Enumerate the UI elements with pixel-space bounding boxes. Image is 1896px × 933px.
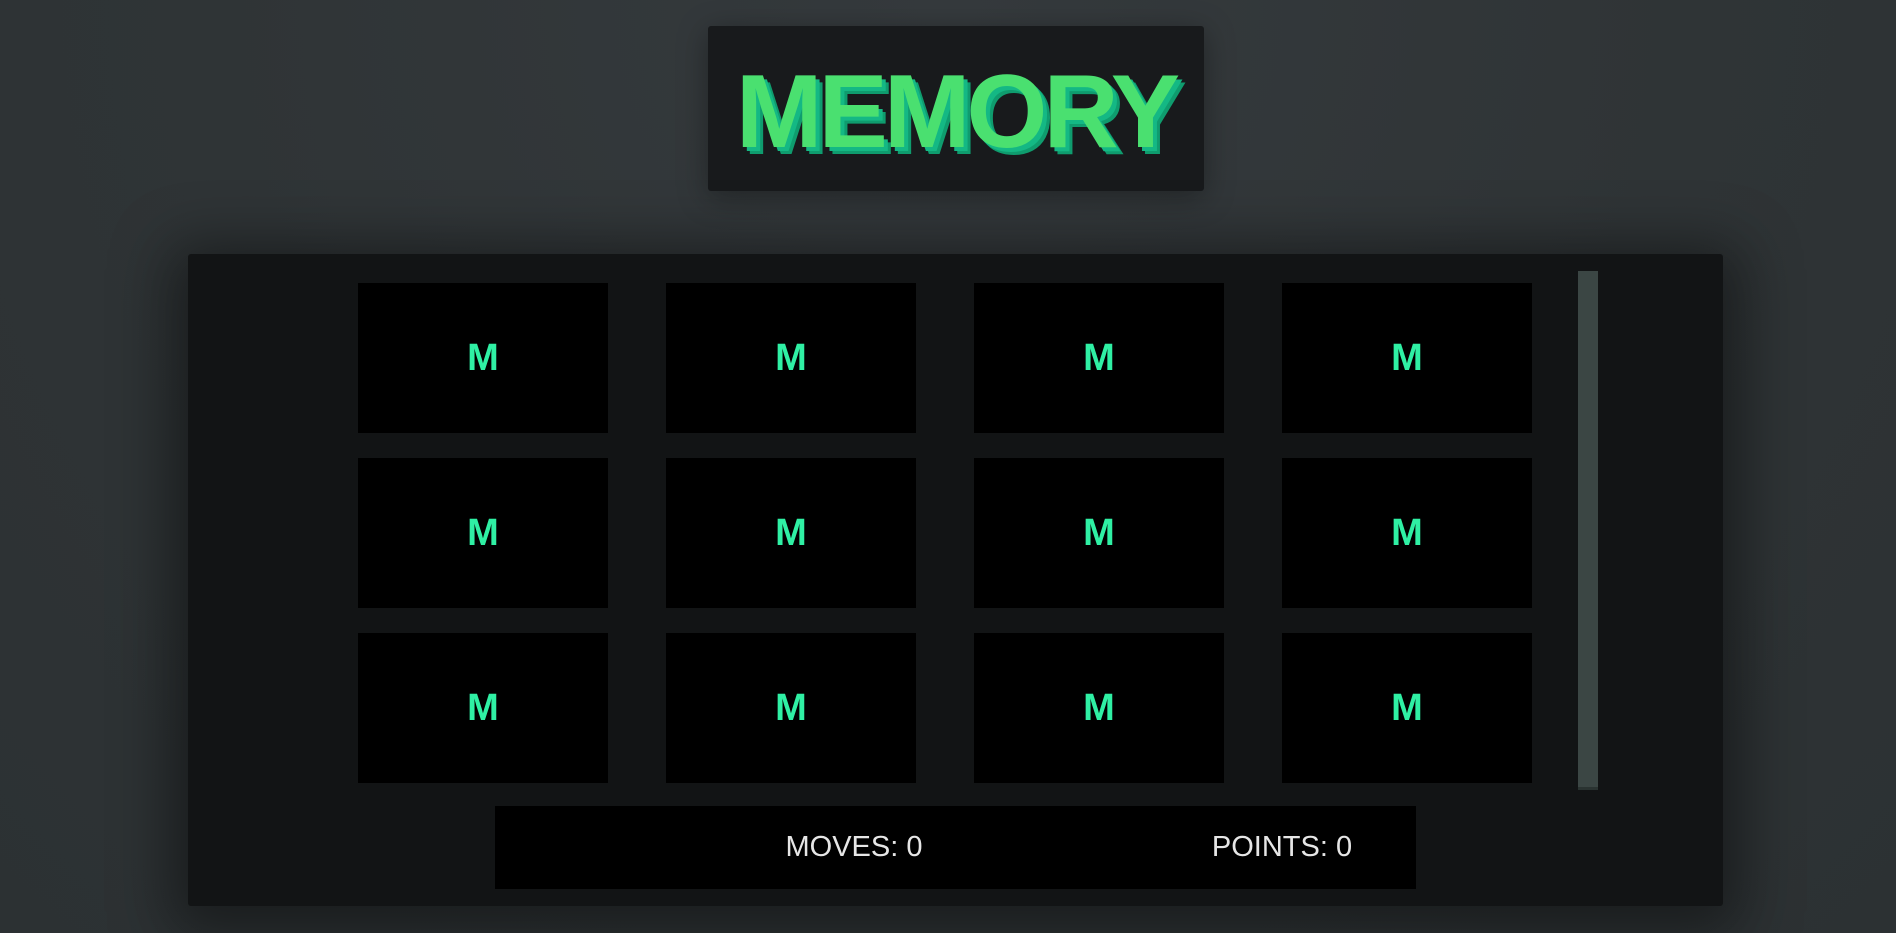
card-face: M <box>775 686 807 729</box>
card[interactable]: M <box>358 283 608 433</box>
points-value: 0 <box>1335 831 1353 863</box>
card-face: M <box>775 511 807 554</box>
points-counter: POINTS: 0 <box>1212 806 1352 889</box>
status-bar: MOVES: 0 POINTS: 0 <box>495 806 1416 889</box>
card-face: M <box>1083 686 1115 729</box>
grid-scrollbar[interactable] <box>1578 271 1598 790</box>
card-face: M <box>1391 511 1423 554</box>
card[interactable]: M <box>666 458 916 608</box>
card[interactable]: M <box>974 458 1224 608</box>
card-face: M <box>1083 336 1115 379</box>
title-banner: MEMORY <box>708 26 1204 191</box>
game-board: M M M M M M M M M M M M MOVES: 0 POINTS:… <box>188 254 1723 906</box>
card-face: M <box>1391 686 1423 729</box>
card[interactable]: M <box>1282 458 1532 608</box>
card-face: M <box>775 336 807 379</box>
card-face: M <box>1083 511 1115 554</box>
card-face: M <box>1391 336 1423 379</box>
card[interactable]: M <box>666 283 916 433</box>
card-grid: M M M M M M M M M M M M <box>358 254 1532 784</box>
card[interactable]: M <box>974 283 1224 433</box>
card[interactable]: M <box>974 633 1224 783</box>
moves-label: MOVES: <box>785 831 899 863</box>
card[interactable]: M <box>358 458 608 608</box>
card-face: M <box>467 686 499 729</box>
card-face: M <box>467 511 499 554</box>
game-title: MEMORY <box>735 53 1180 170</box>
card-face: M <box>467 336 499 379</box>
card[interactable]: M <box>666 633 916 783</box>
moves-counter: MOVES: 0 <box>785 806 922 889</box>
moves-value: 0 <box>906 831 923 863</box>
points-label: POINTS: <box>1211 831 1328 863</box>
card[interactable]: M <box>1282 283 1532 433</box>
card[interactable]: M <box>358 633 608 783</box>
card[interactable]: M <box>1282 633 1532 783</box>
